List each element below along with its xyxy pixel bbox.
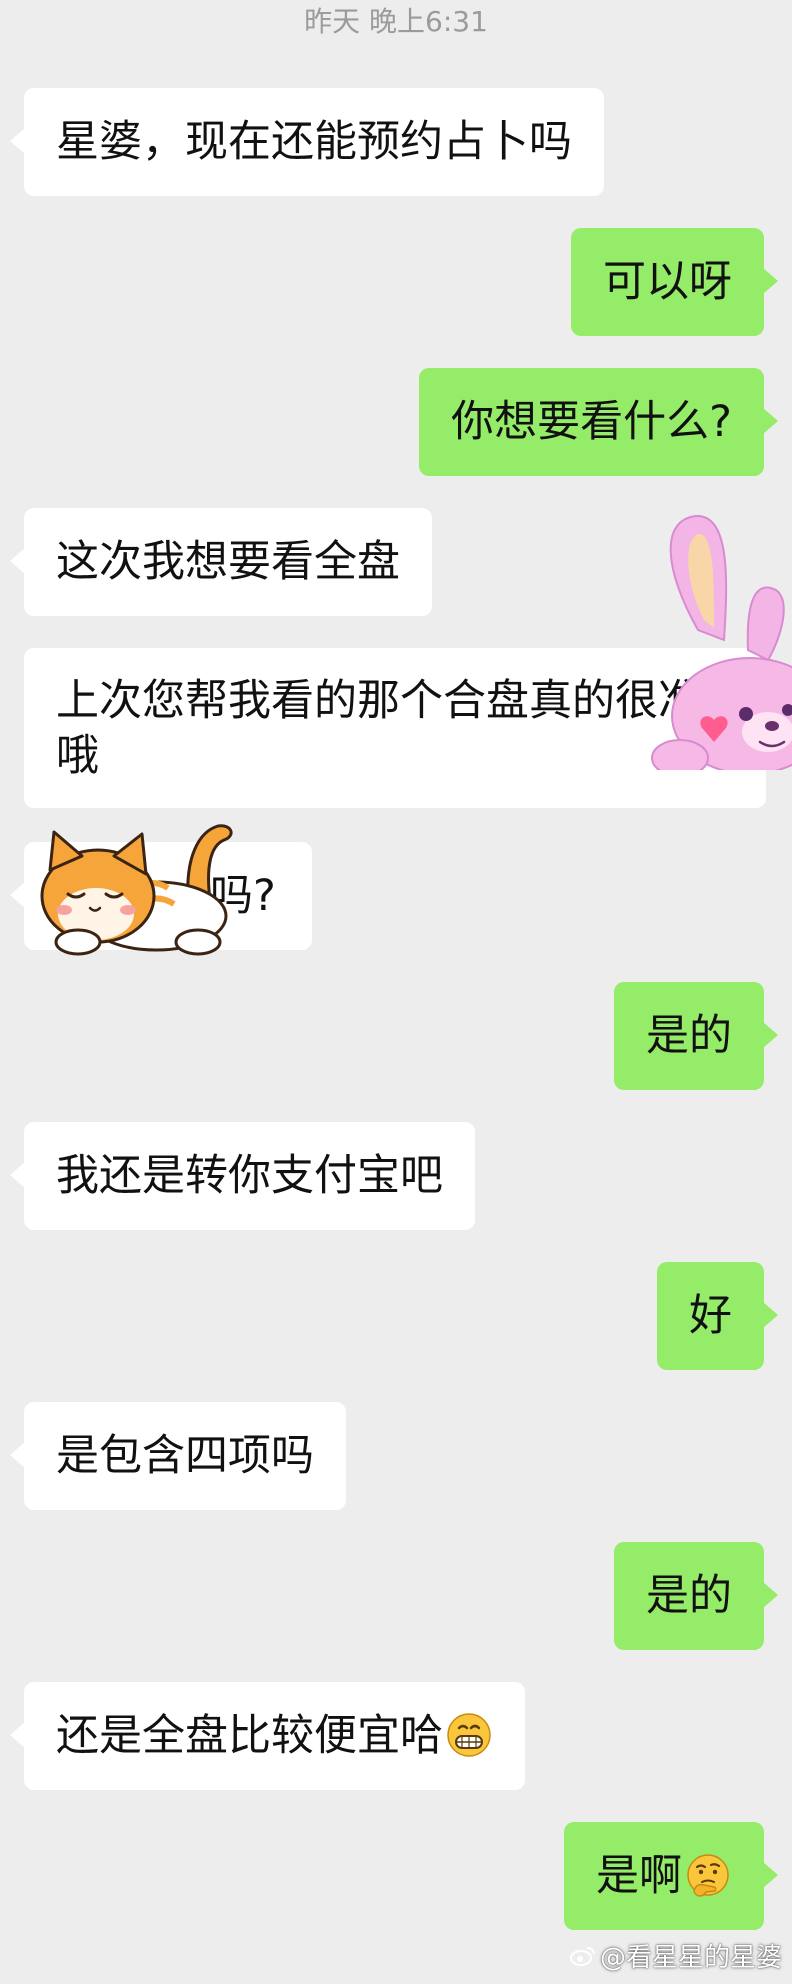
weibo-icon bbox=[569, 1946, 595, 1966]
message-bubble-received[interactable]: 我还是转你支付宝吧 bbox=[10, 1122, 475, 1230]
chat-timestamp: 昨天 晚上6:31 bbox=[304, 5, 488, 38]
message-bubble-sent[interactable]: 可以呀 bbox=[571, 228, 778, 336]
message-text: 是啊 bbox=[596, 1851, 682, 1901]
chat-screen: 昨天 晚上6:31 星婆，现在还能预约占卜吗 可以呀 你想要看什么? 这次我想要… bbox=[0, 0, 792, 1984]
pink-bunny-sticker[interactable] bbox=[650, 510, 792, 770]
message-bubble-received[interactable]: 还是全盘比较便宜哈 bbox=[10, 1682, 525, 1790]
sleeping-cat-sticker[interactable] bbox=[38, 818, 236, 960]
message-text: 还是全盘比较便宜哈 bbox=[56, 1711, 443, 1761]
thinking-face-emoji bbox=[687, 1853, 729, 1897]
message-bubble-received[interactable]: 是包含四项吗 bbox=[10, 1402, 346, 1510]
message-bubble-sent[interactable]: 好 bbox=[657, 1262, 778, 1370]
grinning-face-emoji bbox=[447, 1712, 491, 1757]
message-bubble-sent[interactable]: 你想要看什么? bbox=[419, 368, 778, 476]
message-bubble-sent[interactable]: 是啊 bbox=[564, 1822, 778, 1930]
message-bubble-sent[interactable]: 是的 bbox=[614, 982, 778, 1090]
message-bubble-received[interactable]: 星婆，现在还能预约占卜吗 bbox=[10, 88, 604, 196]
watermark: @看星星的星婆 bbox=[569, 1937, 782, 1974]
watermark-text: @看星星的星婆 bbox=[599, 1943, 782, 1973]
message-bubble-sent[interactable]: 是的 bbox=[614, 1542, 778, 1650]
message-bubble-received[interactable]: 这次我想要看全盘 bbox=[10, 508, 432, 616]
